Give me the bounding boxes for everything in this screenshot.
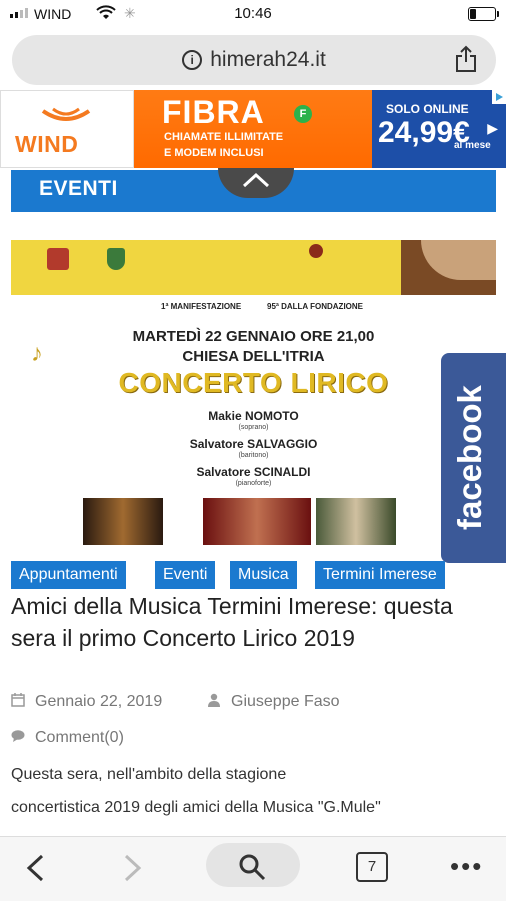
ad-solo-online: SOLO ONLINE <box>386 102 469 116</box>
ad-arrow-icon: ▶ <box>487 120 498 136</box>
search-button[interactable] <box>206 843 300 887</box>
poster-performer-name: Salvatore SCINALDI <box>196 465 311 479</box>
forward-icon[interactable] <box>122 853 144 883</box>
region-crest-icon <box>47 248 69 270</box>
poster-emblem-icon <box>309 244 323 258</box>
ad-brand-logo: WIND <box>15 131 79 157</box>
article-author[interactable]: Giuseppe Faso <box>207 693 340 711</box>
poster-performer-name: Makie NOMOTO <box>208 409 299 423</box>
poster-event-title: CONCERTO LIRICO <box>118 367 389 398</box>
ad-line-2: E MODEM INCLUSI <box>164 147 264 159</box>
ad-banner[interactable]: WIND FIBRA F CHIAMATE ILLIMITATE E MODEM… <box>0 90 506 168</box>
share-icon[interactable] <box>454 45 478 73</box>
performer-photo <box>203 498 311 545</box>
ad-offer-panel: FIBRA F CHIAMATE ILLIMITATE E MODEM INCL… <box>134 90 372 168</box>
ad-per-month: al mese <box>454 140 491 151</box>
poster-performer-role: (soprano) <box>238 424 269 431</box>
performer-photo <box>83 498 163 545</box>
browser-toolbar: 7 ••• <box>0 836 506 901</box>
comment-icon <box>11 730 25 742</box>
poster-performer-name: Salvatore SALVAGGIO <box>189 437 318 451</box>
back-icon[interactable] <box>24 853 46 883</box>
ad-badge: F <box>294 105 312 123</box>
poster-fondazione: 95ª DALLA FONDAZIONE <box>267 302 363 311</box>
section-title: EVENTI <box>39 177 118 200</box>
excerpt-line: Questa sera, nell'ambito della stagione <box>11 766 287 783</box>
category-tag-eventi[interactable]: Eventi <box>155 561 216 589</box>
ad-headline: FIBRA <box>162 94 265 130</box>
adchoices-icon[interactable] <box>492 90 506 104</box>
facebook-side-tab[interactable]: facebook <box>441 353 506 563</box>
article-title[interactable]: Amici della Musica Termini Imerese: ques… <box>11 590 496 654</box>
article-excerpt: Questa sera, nell'ambito della stagione … <box>11 758 496 824</box>
address-bar[interactable]: i himerah24.it <box>12 35 496 85</box>
search-icon <box>239 854 266 881</box>
article-date: Gennaio 22, 2019 <box>11 693 162 711</box>
calendar-icon <box>11 693 25 707</box>
tabs-button[interactable]: 7 <box>356 852 388 882</box>
category-tag-musica[interactable]: Musica <box>230 561 297 589</box>
excerpt-line: concertistica 2019 degli amici della Mus… <box>11 799 381 816</box>
facebook-label: facebook <box>451 385 488 531</box>
more-options-icon[interactable]: ••• <box>450 851 483 882</box>
poster-manifestazione: 1ª MANIFESTAZIONE <box>161 302 242 311</box>
ad-price-panel: SOLO ONLINE 24,99€ al mese ▶ <box>372 90 506 168</box>
wind-logo-icon <box>41 107 91 121</box>
performer-photo <box>316 498 396 545</box>
ad-line-1: CHIAMATE ILLIMITATE <box>164 131 284 143</box>
poster-performer-role: (baritono) <box>238 452 269 459</box>
ad-brand-box: WIND <box>0 90 134 168</box>
status-bar: WIND ✳ 10:46 <box>0 0 506 28</box>
poster-date: MARTEDÌ 22 GENNAIO ORE 21,00 <box>132 328 375 345</box>
chevron-up-icon <box>242 172 270 188</box>
category-tag-appuntamenti[interactable]: Appuntamenti <box>11 561 126 589</box>
category-tag-termini-imerese[interactable]: Termini Imerese <box>315 561 445 589</box>
city-crest-icon <box>107 248 125 270</box>
user-icon <box>208 693 220 707</box>
poster-venue: CHIESA DELL'ITRIA <box>182 348 325 365</box>
clock: 10:46 <box>234 5 272 22</box>
poster-performer-role: (pianoforte) <box>235 480 272 487</box>
article-comments[interactable]: Comment(0) <box>11 729 124 747</box>
article-featured-image[interactable]: 1ª MANIFESTAZIONE 95ª DALLA FONDAZIONE ♪… <box>11 240 496 545</box>
article-comments-text: Comment(0) <box>35 729 124 746</box>
url-display[interactable]: i himerah24.it <box>12 48 496 72</box>
battery-icon <box>468 7 499 21</box>
info-icon[interactable]: i <box>182 50 203 70</box>
article-date-text: Gennaio 22, 2019 <box>35 693 163 710</box>
article-author-text: Giuseppe Faso <box>231 693 340 710</box>
url-text: himerah24.it <box>210 48 326 71</box>
